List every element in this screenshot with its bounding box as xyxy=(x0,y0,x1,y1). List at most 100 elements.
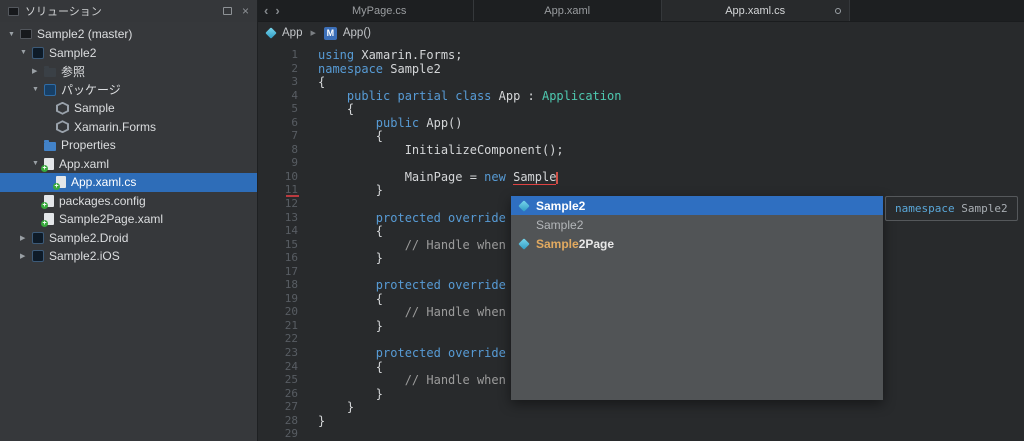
code-token: App : xyxy=(491,88,542,103)
line-number: 17 xyxy=(284,264,298,278)
expander-right-icon[interactable]: ▶ xyxy=(20,252,32,260)
code-line[interactable]: } xyxy=(318,183,1024,197)
line-number: 7 xyxy=(291,129,298,143)
dock-pad-icon[interactable] xyxy=(222,7,232,15)
completion-item[interactable]: Sample2 xyxy=(511,215,883,234)
tree-item-sample2page-xaml[interactable]: Sample2Page.xaml xyxy=(0,210,257,229)
code-line[interactable]: using Xamarin.Forms; xyxy=(318,48,1024,62)
expander-right-icon[interactable]: ▶ xyxy=(32,67,44,75)
tab-mypage-cs[interactable]: MyPage.cs xyxy=(286,0,474,21)
line-number: 4 xyxy=(291,88,298,102)
code-token: { xyxy=(318,102,355,117)
tab-scroll-right-icon[interactable] xyxy=(275,4,279,17)
tab-scroll-left-icon[interactable] xyxy=(264,4,268,17)
text-caret xyxy=(556,171,559,184)
tree-item-label: packages.config xyxy=(59,193,146,208)
line-number: 26 xyxy=(284,386,298,400)
tab-bar: MyPage.cs App.xaml App.xaml.cs xyxy=(258,0,1024,22)
code-token: // Handle when yo xyxy=(404,373,528,388)
line-number: 1 xyxy=(291,48,298,61)
code-token: using xyxy=(318,48,355,62)
tab-scroll-controls xyxy=(258,0,286,21)
code-token: { xyxy=(318,75,326,90)
project-icon xyxy=(32,46,44,59)
tab-strip: MyPage.cs App.xaml App.xaml.cs xyxy=(286,0,850,21)
line-number: 15 xyxy=(284,237,298,251)
tree-item-label: App.xaml.cs xyxy=(71,175,137,190)
tree-item-item[interactable]: ▶ 参照 xyxy=(0,62,257,81)
tree-item-sample2-droid[interactable]: ▶ Sample2.Droid xyxy=(0,229,257,248)
breadcrumb-member[interactable]: App() xyxy=(343,27,371,39)
file-added-icon xyxy=(41,157,54,172)
tree-item-app-xaml[interactable]: ▼App.xaml xyxy=(0,155,257,174)
code-line[interactable]: namespace Sample2 xyxy=(318,62,1024,76)
tab-label: App.xaml xyxy=(544,4,591,17)
line-number: 3 xyxy=(291,75,298,89)
code-line[interactable]: { xyxy=(318,102,1024,116)
tree-item-properties[interactable]: Properties xyxy=(0,136,257,155)
code-token: } xyxy=(318,183,384,198)
package-icon xyxy=(56,120,69,133)
code-token: // Handle when yo xyxy=(404,305,528,320)
code-token: Sample2 xyxy=(383,61,441,76)
completion-item[interactable]: Sample2 xyxy=(511,196,883,215)
close-pad-icon[interactable] xyxy=(242,5,249,17)
code-line[interactable] xyxy=(318,156,1024,170)
tree-item-sample2[interactable]: ▼ Sample2 xyxy=(0,44,257,63)
line-number: 13 xyxy=(284,210,298,224)
code-token: Application xyxy=(541,88,622,103)
code-line[interactable]: MainPage = new Sample xyxy=(318,169,1024,185)
expander-down-icon[interactable]: ▼ xyxy=(20,49,32,56)
code-line[interactable]: InitializeComponent(); xyxy=(318,143,1024,157)
tree-item-label: Sample2Page.xaml xyxy=(59,212,164,227)
tree-item-packages-config[interactable]: packages.config xyxy=(0,192,257,211)
solution-tree: ▼ Sample2 (master) ▼ Sample2 ▶ 参照 ▼ パッケージ Sample… xyxy=(0,22,257,266)
solution-pad-title: ソリューション xyxy=(25,6,102,18)
expander-right-icon[interactable]: ▶ xyxy=(20,234,32,242)
code-line[interactable]: { xyxy=(318,75,1024,89)
tree-item-item[interactable]: ▼ パッケージ xyxy=(0,81,257,100)
completion-item[interactable]: Sample2Page xyxy=(511,234,883,253)
line-number: 21 xyxy=(284,318,298,332)
line-number: 14 xyxy=(284,224,298,238)
line-number: 9 xyxy=(291,156,298,170)
tree-item-xamarin-forms[interactable]: Xamarin.Forms xyxy=(0,118,257,137)
expander-down-icon[interactable]: ▼ xyxy=(8,31,20,38)
tree-item-app-xaml-cs[interactable]: App.xaml.cs xyxy=(0,173,257,192)
code-token: { xyxy=(318,291,384,306)
completion-item-label: Sample2 xyxy=(536,198,586,213)
code-line[interactable]: { xyxy=(318,129,1024,143)
line-number-gutter: 1 2 3 4 5 6 7 8 9 10 11 12 13 14 15 16 17 18 19 20 21 22 23 24 2… xyxy=(258,48,304,441)
code-token: } xyxy=(318,400,355,415)
tree-item-sample2-master[interactable]: ▼ Sample2 (master) xyxy=(0,25,257,44)
code-line[interactable]: } xyxy=(318,400,1024,414)
tree-item-label: 参照 xyxy=(61,64,86,79)
line-number: 5 xyxy=(291,102,298,116)
file-added-icon xyxy=(41,213,54,228)
tree-item-sample2-ios[interactable]: ▶ Sample2.iOS xyxy=(0,247,257,266)
code-line[interactable] xyxy=(318,427,1024,441)
code-token: { xyxy=(318,129,384,144)
code-line[interactable]: public partial class App : Application xyxy=(318,89,1024,103)
tab-app-xaml-cs[interactable]: App.xaml.cs xyxy=(661,0,850,21)
tree-item-label: App.xaml xyxy=(59,156,110,171)
tree-item-sample[interactable]: Sample xyxy=(0,99,257,118)
tree-item-label: Sample2.iOS xyxy=(49,249,120,264)
references-icon xyxy=(44,65,56,77)
line-number: 27 xyxy=(284,400,298,414)
line-number: 10 xyxy=(284,169,298,183)
tab-app-xaml[interactable]: App.xaml xyxy=(474,0,662,21)
breadcrumb-class[interactable]: App xyxy=(282,27,302,39)
code-token: public partial class xyxy=(346,88,492,103)
tab-modified-indicator[interactable] xyxy=(834,7,841,14)
expander-down-icon[interactable]: ▼ xyxy=(32,86,44,93)
line-number: 20 xyxy=(284,305,298,319)
code-line[interactable]: } xyxy=(318,414,1024,428)
folder-icon xyxy=(44,139,56,151)
code-line[interactable]: public App() xyxy=(318,116,1024,130)
code-token: } xyxy=(318,251,384,266)
